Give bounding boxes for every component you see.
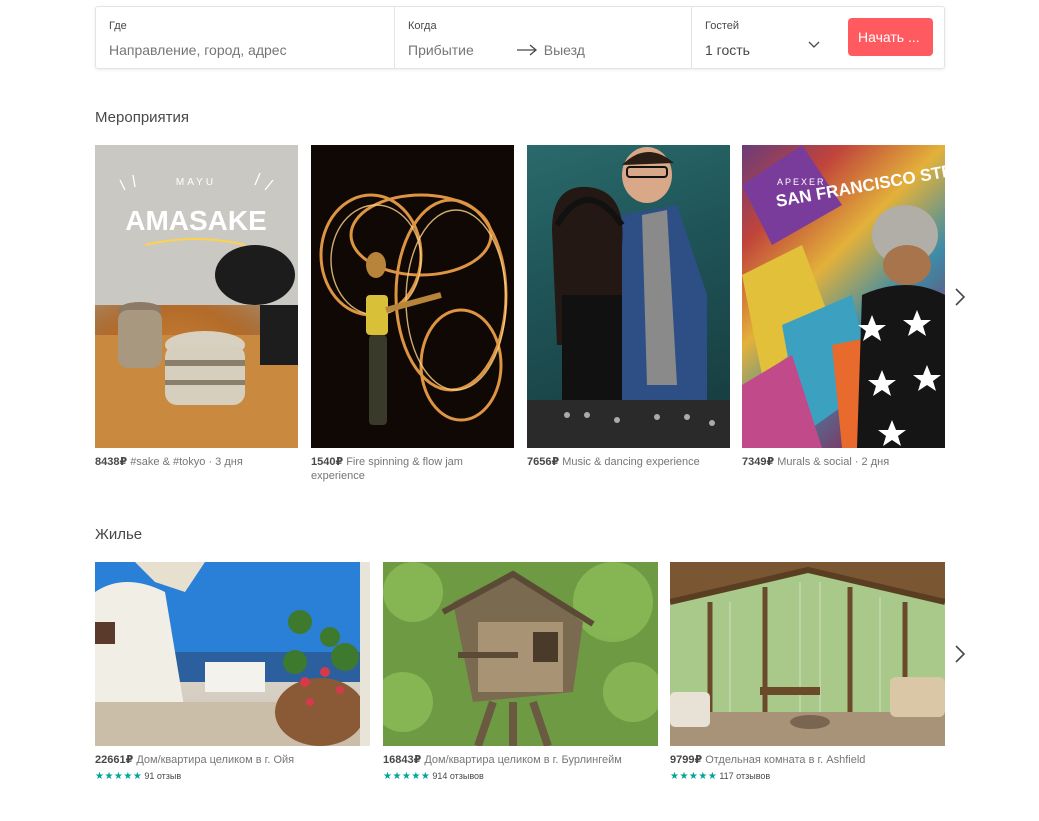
guests-select[interactable]: 1 гость <box>705 41 750 59</box>
home-price: 22661₽ <box>95 754 134 766</box>
dj-photo <box>527 147 730 448</box>
homes-title: Жилье <box>95 526 143 543</box>
home-caption: 9799₽ Отдельная комната в г. Ashfield <box>670 753 945 767</box>
home-rating: ★★★★★ 117 отзывов <box>670 771 945 782</box>
guests-field[interactable]: Гостей 1 гость Начать ... <box>691 7 944 68</box>
fire-photo <box>319 193 508 425</box>
experience-card[interactable]: 1540₽ Fire spinning & flow jam experienc… <box>311 145 514 483</box>
home-card[interactable]: 16843₽ Дом/квартира целиком в г. Бурлинг… <box>383 562 658 782</box>
home-card[interactable]: 22661₽ Дом/квартира целиком в г. Ойя ★★★… <box>95 562 370 782</box>
experience-caption: 7349₽ Murals & social · 2 дня <box>742 455 945 469</box>
review-count: 117 отзывов <box>719 771 771 781</box>
experience-card[interactable]: APEXER SAN FRANCISCO STREETS 7349₽ Mural… <box>742 145 945 469</box>
experience-image[interactable]: MAYU AMASAKE <box>95 145 298 448</box>
chevron-right-icon[interactable] <box>954 287 966 307</box>
star-rating-icon: ★★★★★ <box>670 771 718 782</box>
treehouse-photo <box>383 562 658 746</box>
home-text: Дом/квартира целиком в г. Ойя <box>136 754 295 766</box>
experience-caption: 8438₽ #sake & #tokyo · 3 дня <box>95 455 298 469</box>
home-caption: 16843₽ Дом/квартира целиком в г. Бурлинг… <box>383 753 658 767</box>
home-image[interactable] <box>670 562 945 746</box>
home-image[interactable] <box>383 562 658 746</box>
search-bar: Где Направление, город, адрес Когда Приб… <box>95 6 945 69</box>
experience-image[interactable]: APEXER SAN FRANCISCO STREETS <box>742 145 945 448</box>
experience-price: 7656₽ <box>527 456 560 468</box>
home-text: Отдельная комната в г. Ashfield <box>705 754 866 766</box>
where-field[interactable]: Где Направление, город, адрес <box>96 7 394 68</box>
home-rating: ★★★★★ 914 отзывов <box>383 771 658 782</box>
experience-image[interactable] <box>527 145 730 448</box>
experience-card[interactable]: 7656₽ Music & dancing experience <box>527 145 730 469</box>
home-rating: ★★★★★ 91 отзыв <box>95 771 370 782</box>
amasake-photo: MAYU AMASAKE <box>95 145 298 448</box>
chevron-down-icon[interactable] <box>808 41 820 49</box>
experience-text: Murals & social · 2 дня <box>777 456 890 468</box>
review-count: 91 отзыв <box>144 771 182 781</box>
experience-price: 8438₽ <box>95 456 128 468</box>
home-image[interactable] <box>95 562 370 746</box>
experience-text: Music & dancing experience <box>562 456 700 468</box>
experience-caption: 1540₽ Fire spinning & flow jam experienc… <box>311 455 514 483</box>
experience-caption: 7656₽ Music & dancing experience <box>527 455 730 469</box>
arrow-right-icon <box>516 44 537 56</box>
oia-photo <box>95 562 370 746</box>
experiences-title: Мероприятия <box>95 109 190 126</box>
home-price: 16843₽ <box>383 754 422 766</box>
checkin-input[interactable]: Прибытие <box>408 41 474 59</box>
checkout-input[interactable]: Выезд <box>544 41 585 59</box>
where-input[interactable]: Направление, город, адрес <box>109 41 381 59</box>
image-brand-text: MAYU <box>176 177 216 188</box>
room-photo <box>670 562 945 746</box>
mural-photo: APEXER SAN FRANCISCO STREETS <box>742 145 945 448</box>
home-text: Дом/квартира целиком в г. Бурлингейм <box>424 754 622 766</box>
home-caption: 22661₽ Дом/квартира целиком в г. Ойя <box>95 753 370 767</box>
experience-price: 1540₽ <box>311 456 344 468</box>
star-rating-icon: ★★★★★ <box>95 771 143 782</box>
experience-card[interactable]: MAYU AMASAKE 8438₽ #sake & #tokyo · 3 дн… <box>95 145 298 469</box>
experience-image[interactable] <box>311 145 514 448</box>
chevron-right-icon[interactable] <box>954 644 966 664</box>
start-search-button[interactable]: Начать ... <box>848 18 933 56</box>
home-card[interactable]: 9799₽ Отдельная комната в г. Ashfield ★★… <box>670 562 945 782</box>
star-rating-icon: ★★★★★ <box>383 771 431 782</box>
home-price: 9799₽ <box>670 754 703 766</box>
experience-text: #sake & #tokyo · 3 дня <box>130 456 243 468</box>
review-count: 914 отзывов <box>432 771 484 781</box>
where-label: Где <box>109 20 127 32</box>
when-label: Когда <box>408 20 437 32</box>
when-field[interactable]: Когда Прибытие Выезд <box>394 7 691 68</box>
experience-price: 7349₽ <box>742 456 775 468</box>
image-title-text: AMASAKE <box>125 205 267 236</box>
